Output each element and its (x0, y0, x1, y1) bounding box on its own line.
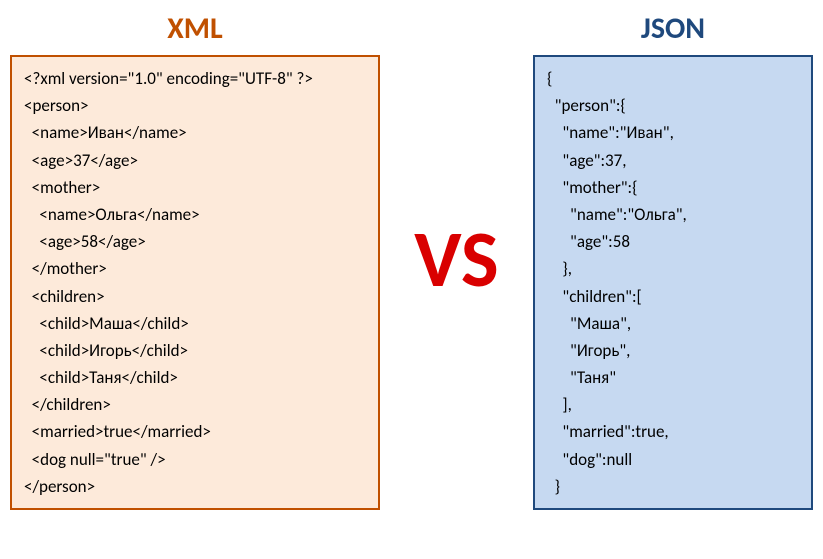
vs-label: VS (414, 220, 499, 300)
xml-code-box: <?xml version="1.0" encoding="UTF-8" ?> … (10, 55, 380, 510)
xml-heading: XML (167, 10, 222, 47)
json-column: JSON { "person":{ "name":"Иван", "age":3… (533, 10, 813, 510)
comparison-container: XML <?xml version="1.0" encoding="UTF-8"… (10, 10, 813, 510)
json-heading: JSON (641, 10, 705, 47)
xml-column: XML <?xml version="1.0" encoding="UTF-8"… (10, 10, 380, 510)
json-code-box: { "person":{ "name":"Иван", "age":37, "m… (533, 55, 813, 510)
